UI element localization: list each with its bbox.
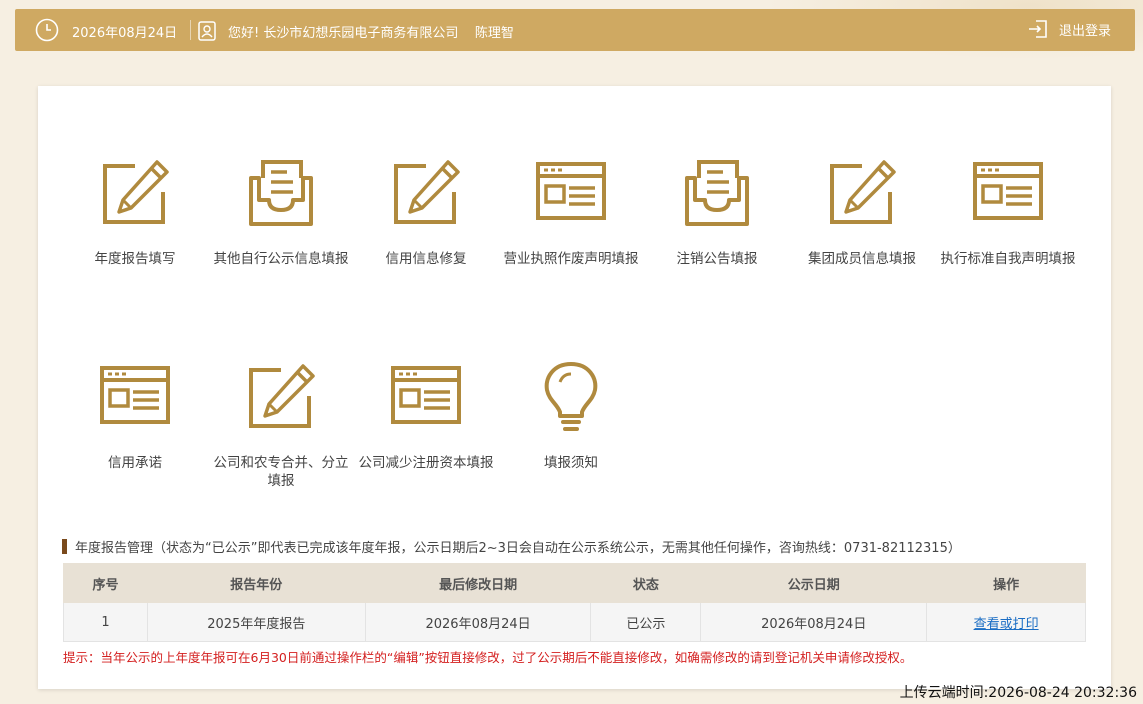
logout-icon <box>1028 20 1047 38</box>
main-panel: 年度报告填写 其他自行公示信息填报 信用信息修复 营业执照作废声明填报 注销公告… <box>38 86 1111 689</box>
tile-label: 集团成员信息填报 <box>808 251 916 267</box>
tile-annual-report[interactable]: 年度报告填写 <box>62 156 208 268</box>
tile-license-void[interactable]: 营业执照作废声明填报 <box>498 156 644 268</box>
tile-label: 注销公告填报 <box>676 251 758 267</box>
column-header: 报告年份 <box>146 563 366 603</box>
current-date: 2026年08月24日 <box>72 26 178 41</box>
logout-button[interactable]: 退出登录 <box>1027 18 1111 40</box>
tile-label: 信用承诺 <box>108 455 162 471</box>
tile-capital-reduction[interactable]: 公司减少注册资本填报 <box>353 360 499 472</box>
tile-label: 营业执照作废声明填报 <box>503 251 639 267</box>
form-window-icon <box>536 162 606 220</box>
edit-pencil-icon <box>394 160 460 224</box>
user-badge-icon <box>198 21 216 41</box>
cell-no: 1 <box>63 602 148 642</box>
column-header: 最后修改日期 <box>364 563 592 603</box>
form-window-icon <box>100 366 170 424</box>
cell-status: 已公示 <box>590 602 702 642</box>
greeting-text: 您好! 长沙市幻想乐园电子商务有限公司 陈理智 <box>228 26 514 41</box>
column-header: 公示日期 <box>700 563 928 603</box>
cell-year: 2025年年度报告 <box>146 602 366 642</box>
form-window-icon <box>973 162 1043 220</box>
tile-label: 其他自行公示信息填报 <box>213 251 349 267</box>
tile-deregistration[interactable]: 注销公告填报 <box>644 156 790 268</box>
edit-hint-text: 提示：当年公示的上年度年报可在6月30日前通过操作栏的“编辑”按钮直接修改，过了… <box>63 650 913 665</box>
cell-modified: 2026年08月24日 <box>364 602 592 642</box>
section-marker <box>62 539 67 554</box>
tile-label: 信用信息修复 <box>385 251 467 267</box>
header-divider <box>190 20 191 40</box>
tile-standard-declaration[interactable]: 执行标准自我声明填报 <box>935 156 1081 268</box>
report-section-title: 年度报告管理（状态为“已公示”即代表已完成该年度年报，公示日期后2~3日会自动在… <box>75 541 961 556</box>
table-row: 1 2025年年度报告 2026年08月24日 已公示 2026年08月24日 … <box>63 602 1086 642</box>
form-window-icon <box>391 366 461 424</box>
clock-icon <box>35 18 59 42</box>
logout-label: 退出登录 <box>1058 23 1111 39</box>
view-print-link[interactable]: 查看或打印 <box>974 617 1039 632</box>
cell-published: 2026年08月24日 <box>700 602 928 642</box>
column-header: 状态 <box>590 563 702 603</box>
edit-pencil-icon <box>249 364 315 428</box>
tile-label: 公司减少注册资本填报 <box>358 455 494 471</box>
top-bar: 2026年08月24日 您好! 长沙市幻想乐园电子商务有限公司 陈理智 退出登录 <box>15 9 1135 51</box>
inbox-tray-icon <box>685 160 749 226</box>
tile-filing-instructions[interactable]: 填报须知 <box>498 360 644 472</box>
table-header-row: 序号 报告年份 最后修改日期 状态 公示日期 操作 <box>63 563 1086 603</box>
report-table: 序号 报告年份 最后修改日期 状态 公示日期 操作 1 2025年年度报告 20… <box>63 563 1086 642</box>
tile-label: 执行标准自我声明填报 <box>940 251 1076 267</box>
lightbulb-icon <box>544 362 598 431</box>
inbox-tray-icon <box>249 160 313 226</box>
tile-group-members[interactable]: 集团成员信息填报 <box>789 156 935 268</box>
report-section-heading: 年度报告管理（状态为“已公示”即代表已完成该年度年报，公示日期后2~3日会自动在… <box>62 537 961 556</box>
upload-time-text: 上传云端时间:2026-08-24 20:32:36 <box>899 685 1137 701</box>
tile-label: 填报须知 <box>544 455 598 471</box>
tile-other-disclosure[interactable]: 其他自行公示信息填报 <box>208 156 354 268</box>
cell-action: 查看或打印 <box>926 602 1086 642</box>
column-header: 序号 <box>63 563 148 603</box>
edit-pencil-icon <box>830 160 896 224</box>
tile-label: 公司和农专合并、分立填报 <box>213 455 349 489</box>
tile-credit-repair[interactable]: 信用信息修复 <box>353 156 499 268</box>
tile-merger-split[interactable]: 公司和农专合并、分立填报 <box>208 360 354 490</box>
column-header: 操作 <box>926 563 1086 603</box>
tile-label: 年度报告填写 <box>94 251 176 267</box>
edit-pencil-icon <box>103 160 169 224</box>
tile-credit-commitment[interactable]: 信用承诺 <box>62 360 208 472</box>
